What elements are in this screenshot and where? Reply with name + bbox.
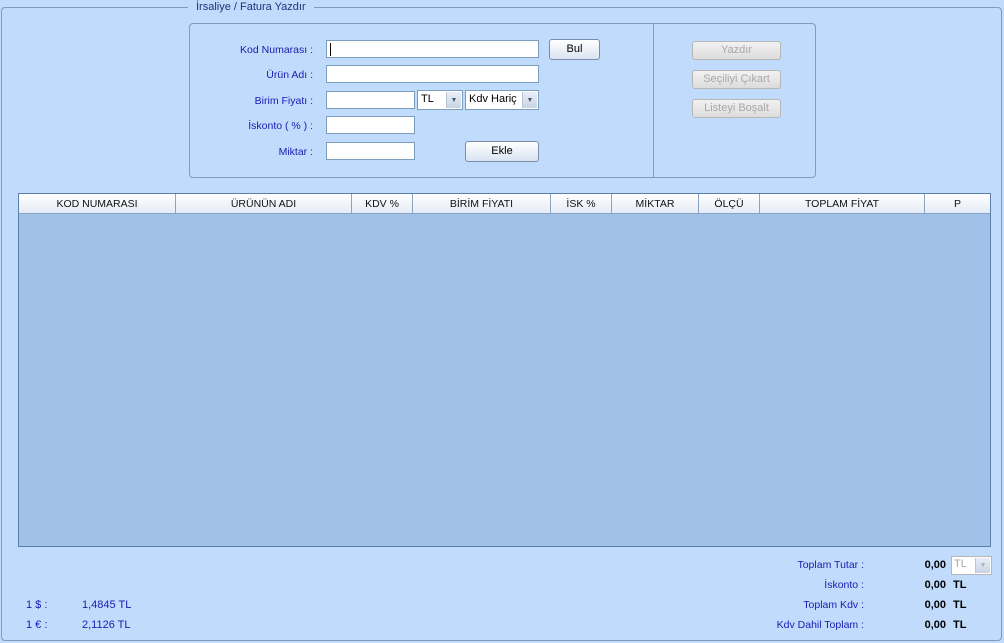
items-grid[interactable]: KOD NUMARASI ÜRÜNÜN ADI KDV % BİRİM FİYA… <box>18 193 991 547</box>
eur-rate-value: 2,1126 TL <box>82 619 131 631</box>
ekle-button[interactable]: Ekle <box>465 141 539 162</box>
column-header-p[interactable]: P <box>925 194 990 214</box>
yazdir-button[interactable]: Yazdır <box>692 41 781 60</box>
iskonto-total-unit: TL <box>953 579 967 591</box>
chevron-down-icon[interactable]: ▼ <box>975 558 990 573</box>
kdv-dahil-toplam-value: 0,00 <box>924 619 946 631</box>
iskonto-label: İskonto ( % ) : <box>248 120 313 132</box>
kdv-mode-select[interactable]: Kdv Hariç ▼ <box>465 90 539 110</box>
miktar-label: Miktar : <box>278 146 313 158</box>
column-header-miktar[interactable]: MİKTAR <box>612 194 699 214</box>
chevron-down-icon[interactable]: ▼ <box>522 92 537 108</box>
toplam-tutar-label: Toplam Tutar : <box>797 559 864 571</box>
birim-fiyati-input[interactable] <box>326 91 415 109</box>
grid-header: KOD NUMARASI ÜRÜNÜN ADI KDV % BİRİM FİYA… <box>19 194 990 214</box>
panel-divider <box>653 24 654 177</box>
column-header-birim-fiyati[interactable]: BİRİM FİYATI <box>413 194 551 214</box>
miktar-input[interactable] <box>326 142 415 160</box>
usd-rate-label: 1 $ : <box>26 599 48 611</box>
column-header-urun[interactable]: ÜRÜNÜN ADI <box>176 194 352 214</box>
kdv-dahil-toplam-unit: TL <box>953 619 967 631</box>
bul-button[interactable]: Bul <box>549 39 600 60</box>
column-header-kod[interactable]: KOD NUMARASI <box>19 194 176 214</box>
total-currency-select[interactable]: TL ▼ <box>951 556 992 575</box>
listeyi-bosalt-button[interactable]: Listeyi Boşalt <box>692 99 781 118</box>
iskonto-total-label: İskonto : <box>824 579 864 591</box>
urun-adi-label: Ürün Adı : <box>266 69 313 81</box>
urun-adi-input[interactable] <box>326 65 539 83</box>
groupbox-title: İrsaliye / Fatura Yazdır <box>188 0 314 14</box>
column-header-kdv[interactable]: KDV % <box>352 194 413 214</box>
text-caret <box>330 43 331 56</box>
toplam-kdv-unit: TL <box>953 599 967 611</box>
secili-cikart-button[interactable]: Seçiliyi Çıkart <box>692 70 781 89</box>
kod-numarasi-input[interactable] <box>326 40 539 58</box>
column-header-olcu[interactable]: ÖLÇÜ <box>699 194 760 214</box>
toplam-kdv-value: 0,00 <box>924 599 946 611</box>
iskonto-total-value: 0,00 <box>924 579 946 591</box>
toplam-kdv-label: Toplam Kdv : <box>803 599 864 611</box>
kdv-dahil-toplam-label: Kdv Dahil Toplam : <box>776 619 864 631</box>
birim-fiyati-label: Birim Fiyatı : <box>254 95 313 107</box>
toplam-tutar-value: 0,00 <box>924 559 946 571</box>
kod-numarasi-label: Kod Numarası : <box>240 44 313 56</box>
iskonto-input[interactable] <box>326 116 415 134</box>
column-header-toplam-fiyat[interactable]: TOPLAM FİYAT <box>760 194 925 214</box>
currency-select[interactable]: TL ▼ <box>417 90 463 110</box>
column-header-isk[interactable]: İSK % <box>551 194 612 214</box>
chevron-down-icon[interactable]: ▼ <box>446 92 461 108</box>
usd-rate-value: 1,4845 TL <box>82 599 132 611</box>
eur-rate-label: 1 € : <box>26 619 48 631</box>
